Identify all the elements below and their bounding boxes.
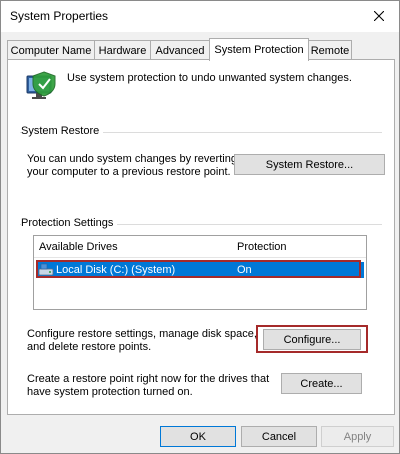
system-protection-icon — [26, 71, 56, 99]
apply-button[interactable]: Apply — [321, 426, 394, 447]
system-properties-window: System Properties Computer Name Hardware… — [0, 0, 400, 454]
configure-button[interactable]: Configure... — [263, 329, 361, 350]
title-bar: System Properties — [1, 1, 399, 32]
ok-button[interactable]: OK — [160, 426, 236, 447]
close-button[interactable] — [359, 1, 399, 31]
close-icon — [374, 11, 384, 21]
create-description-line1: Create a restore point right now for the… — [27, 373, 270, 385]
system-restore-group-label: System Restore — [21, 125, 104, 137]
tab-remote[interactable]: Remote — [308, 40, 352, 60]
system-restore-description-line2: your computer to a previous restore poin… — [27, 166, 231, 178]
column-protection[interactable]: Protection — [237, 241, 287, 253]
column-available-drives[interactable]: Available Drives — [39, 241, 118, 253]
protection-settings-group-label: Protection Settings — [21, 217, 118, 229]
intro-text: Use system protection to undo unwanted s… — [67, 72, 352, 84]
tab-advanced[interactable]: Advanced — [150, 40, 210, 60]
tab-computer-name[interactable]: Computer Name — [7, 40, 95, 60]
create-description-line2: have system protection turned on. — [27, 386, 193, 398]
tab-hardware[interactable]: Hardware — [94, 40, 151, 60]
system-protection-panel: Use system protection to undo unwanted s… — [7, 59, 395, 415]
window-title: System Properties — [10, 9, 109, 23]
dialog-footer: OK Cancel Apply — [1, 415, 399, 453]
tab-system-protection[interactable]: System Protection — [209, 38, 309, 61]
configure-description-line2: and delete restore points. — [27, 341, 152, 353]
list-header: Available Drives Protection — [34, 236, 366, 258]
drive-row-highlight — [36, 260, 361, 278]
system-restore-button[interactable]: System Restore... — [234, 154, 385, 175]
configure-description-line1: Configure restore settings, manage disk … — [27, 328, 257, 340]
configure-description: Configure restore settings, manage disk … — [27, 328, 257, 354]
create-description: Create a restore point right now for the… — [27, 373, 269, 399]
system-restore-description-line1: You can undo system changes by reverting — [27, 153, 237, 165]
system-restore-description: You can undo system changes by reverting… — [27, 153, 237, 179]
tab-strip: Computer Name Hardware Advanced System P… — [7, 38, 395, 61]
cancel-button[interactable]: Cancel — [241, 426, 317, 447]
create-button[interactable]: Create... — [281, 373, 362, 394]
